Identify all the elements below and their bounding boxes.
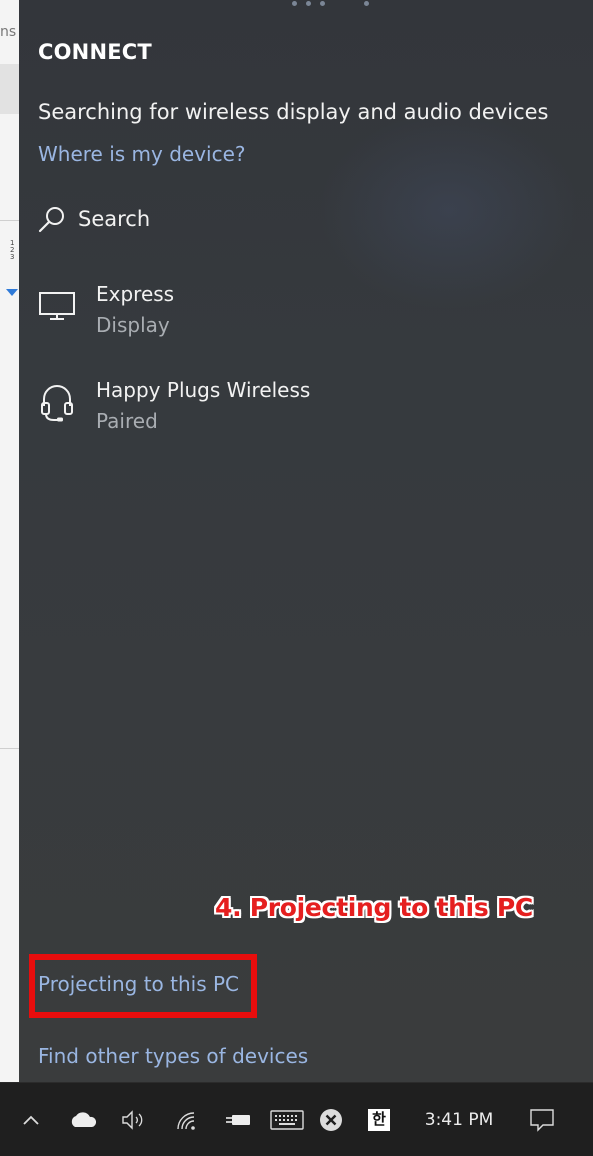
- clock-button[interactable]: 3:41 PM: [418, 1083, 500, 1156]
- device-status: Paired: [96, 409, 158, 433]
- network-button[interactable]: [172, 1083, 204, 1156]
- volume-icon: [122, 1109, 143, 1130]
- chevron-up-icon: [23, 1115, 39, 1125]
- touch-keyboard-button[interactable]: [268, 1083, 306, 1156]
- close-status-button[interactable]: [316, 1083, 346, 1156]
- search-button[interactable]: Search: [38, 205, 150, 233]
- device-name: Express: [96, 282, 175, 306]
- power-plug-icon: [226, 1114, 250, 1125]
- background-window-divider: [0, 220, 19, 221]
- drag-handle[interactable]: [292, 0, 369, 8]
- background-window-text: ns: [0, 24, 17, 40]
- onedrive-cloud-icon: [71, 1111, 97, 1127]
- taskbar: 한 3:41 PM: [0, 1082, 593, 1156]
- onedrive-button[interactable]: [66, 1083, 100, 1156]
- background-window-band: [0, 64, 19, 114]
- search-label: Search: [78, 207, 151, 231]
- volume-button[interactable]: [118, 1083, 150, 1156]
- action-center-icon: [530, 1108, 554, 1132]
- ime-hangul-icon: 한: [368, 1108, 390, 1131]
- wifi-icon: [177, 1111, 195, 1130]
- background-window-sort-glyph: 123: [10, 239, 15, 261]
- show-hidden-icons-button[interactable]: [16, 1083, 46, 1156]
- clock-time: 3:41 PM: [424, 1109, 494, 1130]
- search-status-text: Searching for wireless display and audio…: [38, 100, 549, 124]
- flyout-title: CONNECT: [38, 40, 152, 64]
- touch-keyboard-icon: [270, 1109, 304, 1130]
- device-item-happy-plugs-wireless[interactable]: Happy Plugs Wireless Paired: [38, 376, 310, 436]
- device-status: Display: [96, 313, 170, 337]
- background-window-divider: [0, 748, 19, 749]
- close-circle-icon: [320, 1108, 342, 1131]
- background-window-dropdown-arrow-icon: [6, 289, 18, 296]
- search-icon: [38, 207, 64, 233]
- background-window: ns 123: [0, 0, 20, 1082]
- power-button[interactable]: [222, 1083, 254, 1156]
- where-is-my-device-link[interactable]: Where is my device?: [38, 142, 246, 166]
- projecting-to-this-pc-link[interactable]: Projecting to this PC: [38, 972, 239, 996]
- find-other-devices-link[interactable]: Find other types of devices: [38, 1044, 308, 1068]
- headset-icon: [41, 385, 73, 422]
- action-center-button[interactable]: [522, 1083, 562, 1156]
- device-name: Happy Plugs Wireless: [96, 378, 311, 402]
- monitor-icon: [39, 292, 75, 320]
- step-annotation: 4. Projecting to this PC: [215, 893, 533, 922]
- input-method-button[interactable]: 한: [364, 1083, 394, 1156]
- device-item-express[interactable]: Express Display: [38, 280, 174, 340]
- connect-flyout: CONNECT Searching for wireless display a…: [19, 0, 593, 1082]
